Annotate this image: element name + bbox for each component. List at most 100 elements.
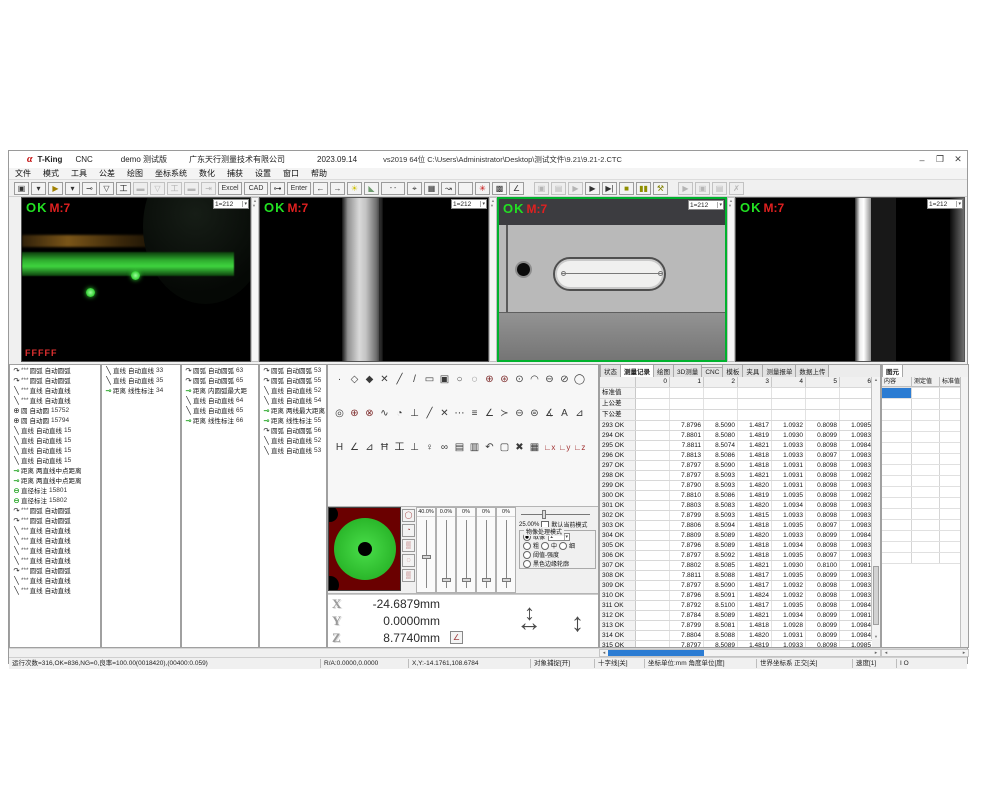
tab-9[interactable]: 数据上传 (795, 365, 829, 377)
feature-item[interactable]: ╲***直线自动直线 (10, 555, 100, 565)
measurement-row[interactable]: 294 OK7.88018.50801.48191.09300.80991.09… (600, 431, 872, 441)
element-row[interactable] (882, 443, 961, 454)
feature-item[interactable]: ⊕圆自动圆15794 (10, 415, 100, 425)
element-cell[interactable] (940, 399, 961, 409)
element-cell[interactable] (882, 465, 912, 475)
element-cell[interactable] (912, 432, 940, 442)
feature-item[interactable]: ╲直线自动直线65 (182, 405, 258, 415)
measure-tool-button[interactable]: ╱ (392, 373, 407, 387)
measurement-row[interactable]: 303 OK7.88068.50941.48181.09350.80971.09… (600, 521, 872, 531)
element-cell[interactable] (940, 421, 961, 431)
measure-tool-button[interactable]: ✕ (437, 407, 452, 421)
quad-light-button[interactable]: ◌ (402, 554, 415, 567)
element-cell[interactable] (882, 498, 912, 508)
measure-tool-button[interactable]: ⊜ (527, 407, 542, 421)
feature-item[interactable]: ╲***直线自动直线 (10, 585, 100, 595)
z-jog-arrows-icon[interactable]: ↕ (571, 607, 584, 638)
feature-item[interactable]: ╲直线自动直线15 (10, 445, 100, 455)
column-header[interactable]: 1 (670, 377, 704, 387)
light-button[interactable]: ☀ (347, 182, 362, 195)
element-cell[interactable] (940, 476, 961, 486)
measure-tool-button[interactable]: ▤ (452, 441, 467, 455)
element-cell[interactable] (882, 443, 912, 453)
feature-item[interactable]: ⊸距离内圆弧最大距 (182, 385, 258, 395)
camera-view-2[interactable]: OKM:7 1=212▾ (259, 197, 489, 362)
enter-button[interactable]: Enter (287, 182, 311, 195)
element-cell[interactable] (940, 509, 961, 519)
element-cell[interactable] (940, 410, 961, 420)
element-cell[interactable] (912, 476, 940, 486)
diffuse-light-button[interactable]: ▒ (402, 539, 415, 552)
measure-tool-button[interactable]: ⊙ (512, 373, 527, 387)
element-cell[interactable] (940, 553, 961, 563)
feature-item[interactable]: ⊸距离两直线中点距离 (10, 475, 100, 485)
measurement-row[interactable]: 293 OK7.87968.50901.48171.09320.80981.09… (600, 421, 872, 431)
slider-thumb[interactable] (442, 578, 451, 582)
measure-tool-button[interactable]: 工 (392, 441, 407, 455)
measure-tool-button[interactable]: ╱ (422, 407, 437, 421)
measurement-row[interactable]: 300 OK7.88108.50861.48191.09350.80981.09… (600, 491, 872, 501)
blank-button[interactable] (458, 182, 473, 195)
element-cell[interactable] (912, 509, 940, 519)
element-row[interactable] (882, 553, 961, 564)
element-cell[interactable] (940, 487, 961, 497)
feature-item[interactable]: ⊸距离线性标注55 (260, 415, 326, 425)
measure-tool-button[interactable]: ◆ (362, 373, 377, 387)
measure-tool-button[interactable]: ♀ (422, 441, 437, 455)
feature-item[interactable]: ⊸距离两直线中点距离 (10, 465, 100, 475)
menu-item-8[interactable]: 捕获 (221, 168, 249, 179)
feature-item[interactable]: ↷圆弧自动圆弧55 (260, 375, 326, 385)
measure-tool-button[interactable]: ⊿ (362, 441, 377, 455)
measure-tool-button[interactable]: ≡ (467, 407, 482, 421)
measure-tool-button[interactable]: ▣ (437, 373, 452, 387)
save-button[interactable]: ▣ (14, 182, 29, 195)
divider-tool-button[interactable]: - - (381, 182, 405, 195)
column-header[interactable]: 6 (840, 377, 872, 387)
feature-item[interactable]: ╲直线自动直线15 (10, 425, 100, 435)
measure-tool-button[interactable]: H (332, 441, 347, 455)
master-light-slider[interactable] (521, 510, 590, 518)
element-cell[interactable] (912, 388, 940, 398)
element-cell[interactable] (940, 498, 961, 508)
feature-item[interactable]: ↷***圆弧自动圆弧 (10, 375, 100, 385)
maximize-button[interactable]: ❐ (931, 154, 949, 165)
measure-tool-button[interactable]: ◯ (572, 373, 587, 387)
feature-item[interactable]: ↷***圆弧自动圆弧 (10, 515, 100, 525)
column-header[interactable]: 4 (772, 377, 806, 387)
menu-item-6[interactable]: 坐标系统 (149, 168, 193, 179)
light-channel-slider-4[interactable]: 0% (476, 507, 496, 593)
menu-item-3[interactable]: 工具 (65, 168, 93, 179)
feature-item[interactable]: ⊸距离线性标注34 (102, 385, 180, 395)
tab-element[interactable]: 图元 (882, 364, 903, 377)
measure-tool-button[interactable]: ⊖ (512, 407, 527, 421)
slider-thumb[interactable] (422, 555, 431, 559)
light-channel-slider-3[interactable]: 0% (456, 507, 476, 593)
element-row[interactable] (882, 399, 961, 410)
pattern-button[interactable]: ▩ (492, 182, 507, 195)
feature-item[interactable]: ╲直线自动直线53 (260, 445, 326, 455)
feature-item[interactable]: ╲***直线自动直线 (10, 395, 100, 405)
feature-item[interactable]: ⊸距离两线最大距离 (260, 405, 326, 415)
feature-item[interactable]: ╲***直线自动直线 (10, 525, 100, 535)
menu-item-4[interactable]: 公差 (93, 168, 121, 179)
menu-item-9[interactable]: 设置 (249, 168, 277, 179)
element-cell[interactable] (882, 531, 912, 541)
measure-tool-button[interactable]: / (407, 373, 422, 387)
execute-button[interactable]: ⚒ (653, 182, 668, 195)
element-row[interactable] (882, 465, 961, 476)
element-cell[interactable] (912, 443, 940, 453)
tab-3[interactable]: 绘图 (653, 365, 674, 377)
light-channel-slider-2[interactable]: 0.0% (436, 507, 456, 593)
element-cell[interactable] (912, 399, 940, 409)
scroll-right-icon[interactable]: ▸ (872, 650, 880, 656)
element-cell[interactable] (940, 388, 961, 398)
pattern-light-button[interactable]: ▒ (402, 569, 415, 582)
scroll-left-icon[interactable]: ◂ (882, 650, 890, 656)
element-row[interactable] (882, 520, 961, 531)
element-row[interactable] (882, 432, 961, 443)
measure-tool-button[interactable]: ⊛ (497, 373, 512, 387)
element-cell[interactable] (940, 432, 961, 442)
feature-item[interactable]: ╲直线自动直线15 (10, 455, 100, 465)
camera-view-1[interactable]: FFFFF OKM:7 1=212▾ (21, 197, 251, 362)
element-cell[interactable] (912, 553, 940, 563)
